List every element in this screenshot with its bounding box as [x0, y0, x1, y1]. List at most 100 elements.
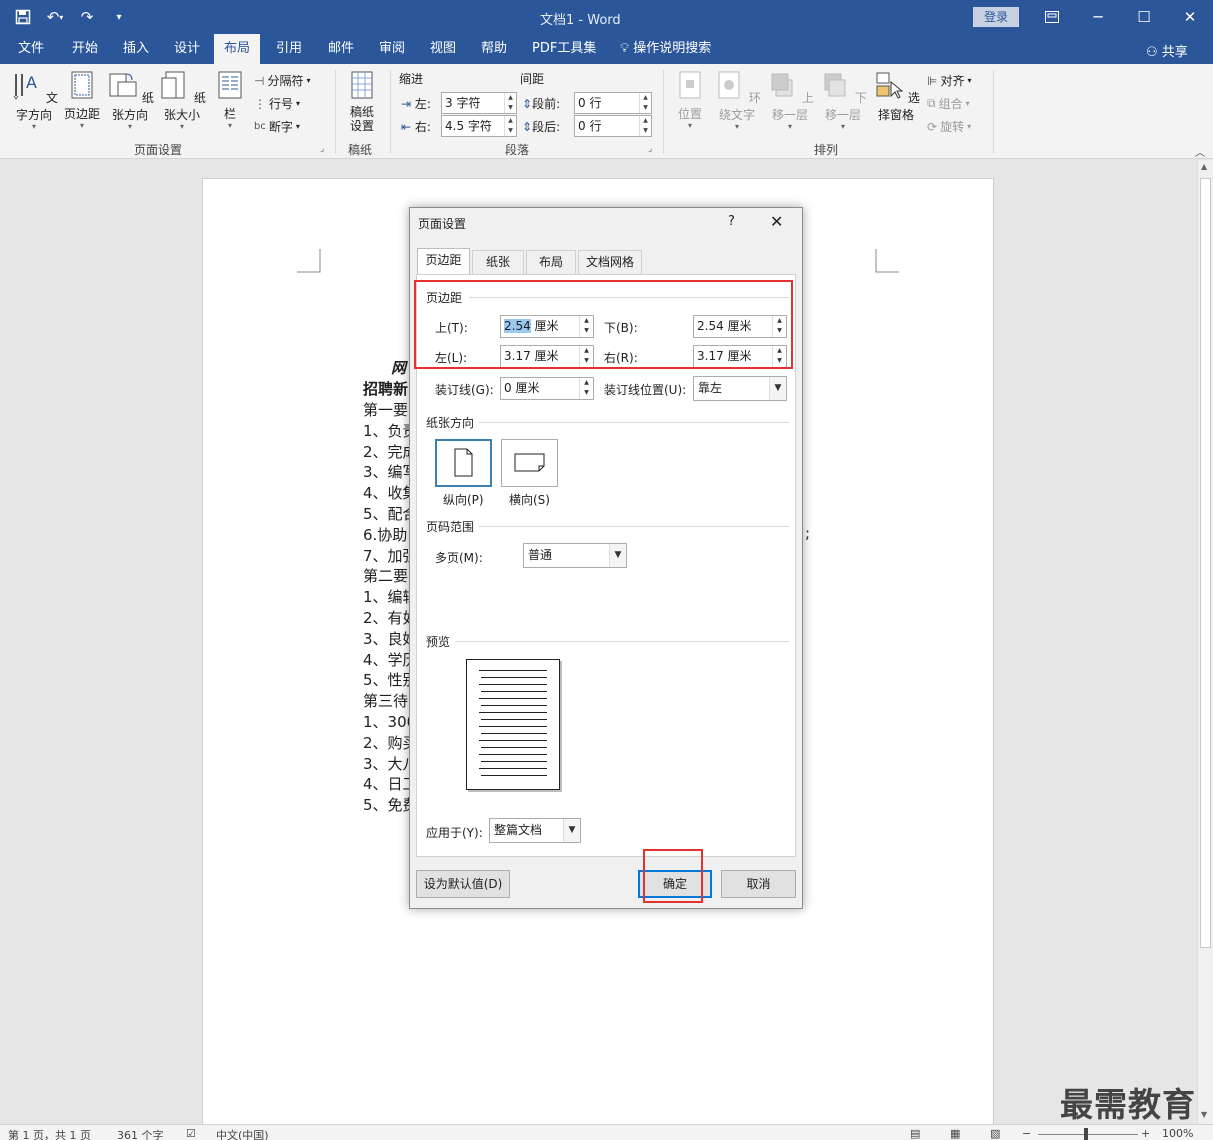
left-margin-spinner[interactable]: ▲ ▼ [579, 346, 593, 367]
indent-right-spinner[interactable]: ▲ ▼ [504, 116, 516, 136]
login-button[interactable]: 登录 [973, 7, 1019, 27]
redo-icon[interactable]: ↷ [74, 6, 100, 28]
indent-left-input[interactable]: 3 字符 ▲ ▼ [441, 92, 517, 114]
columns-button[interactable]: 栏 ▾ [214, 70, 246, 130]
save-icon[interactable] [10, 6, 36, 28]
zoom-in-icon[interactable]: + [1141, 1127, 1150, 1140]
close-icon[interactable]: ✕ [770, 212, 783, 231]
ribbon-separator [663, 70, 664, 154]
tab-pdf-tools[interactable]: PDF工具集 [530, 34, 598, 64]
minimize-icon[interactable]: ─ [1075, 0, 1121, 34]
web-layout-icon[interactable]: ▧ [990, 1127, 1000, 1140]
gutter-input[interactable]: 0 厘米 ▲ ▼ [500, 377, 594, 400]
size-button[interactable]: 纸张大小 ▾ [156, 70, 208, 131]
zoom-level[interactable]: 100% [1162, 1127, 1193, 1140]
scroll-up-icon[interactable]: ▲ [1201, 162, 1207, 171]
tab-margins[interactable]: 页边距 [417, 248, 470, 275]
vertical-scrollbar[interactable]: ▲ ▼ [1197, 160, 1213, 1124]
close-window-icon[interactable]: ✕ [1167, 0, 1213, 34]
margins-button[interactable]: 页边距 ▾ [62, 70, 102, 130]
ribbon-separator [335, 70, 336, 154]
scrollbar-thumb[interactable] [1200, 178, 1211, 948]
tab-help[interactable]: 帮助 [479, 34, 509, 64]
portrait-label[interactable]: 纵向(P) [443, 491, 484, 508]
ok-button[interactable]: 确定 [638, 870, 712, 898]
paragraph-launcher-icon[interactable]: ⌟ [648, 144, 652, 154]
top-margin-input[interactable]: 2.54 厘米 ▲ ▼ [500, 315, 594, 338]
tab-review[interactable]: 审阅 [377, 34, 407, 64]
tab-layout[interactable]: 布局 [214, 34, 260, 64]
top-margin-unit: 厘米 [530, 319, 559, 333]
position-icon [679, 71, 701, 99]
multiple-pages-select[interactable]: 普通 ▼ [523, 543, 627, 568]
tab-mailings[interactable]: 邮件 [326, 34, 356, 64]
tab-layout[interactable]: 布局 [526, 250, 576, 275]
tab-document-grid[interactable]: 文档网格 [578, 250, 642, 275]
page-count[interactable]: 第 1 页，共 1 页 [8, 1127, 91, 1140]
left-margin-input[interactable]: 3.17 厘米 ▲ ▼ [500, 345, 594, 368]
tab-home[interactable]: 开始 [70, 34, 100, 64]
wrap-text-button[interactable]: 环绕文字 ▾ [712, 70, 762, 131]
collapse-ribbon-icon[interactable]: ︿ [1195, 144, 1205, 159]
help-button[interactable]: ? [728, 214, 735, 229]
manuscript-settings-button[interactable]: 稿纸设置 [342, 70, 382, 133]
selection-pane-button[interactable]: 选择窗格 [871, 70, 921, 123]
proofing-icon[interactable]: ☑ [186, 1127, 196, 1140]
gutter-spinner[interactable]: ▲ ▼ [579, 378, 593, 399]
indent-right-input[interactable]: 4.5 字符 ▲ ▼ [441, 115, 517, 137]
spacing-before-input[interactable]: 0 行 ▲ ▼ [574, 92, 652, 114]
page-setup-launcher-icon[interactable]: ⌟ [320, 144, 324, 154]
gutter-position-select[interactable]: 靠左 ▼ [693, 376, 787, 401]
bottom-margin-spinner[interactable]: ▲ ▼ [772, 316, 786, 337]
scroll-down-icon[interactable]: ▼ [1201, 1110, 1207, 1119]
bottom-margin-input[interactable]: 2.54 厘米 ▲ ▼ [693, 315, 787, 338]
tab-paper[interactable]: 纸张 [472, 250, 524, 275]
orientation-button[interactable]: 纸张方向 ▾ [104, 70, 156, 131]
tab-insert[interactable]: 插入 [121, 34, 151, 64]
columns-icon [218, 71, 242, 99]
zoom-slider[interactable] [1038, 1134, 1138, 1135]
read-mode-icon[interactable]: ▤ [910, 1127, 920, 1140]
spacing-after-spinner[interactable]: ▲ ▼ [639, 116, 651, 136]
text-direction-button[interactable]: A 文字方向 ▾ [8, 70, 60, 131]
hyphenation-button[interactable]: bc 断字 ▾ [254, 118, 300, 135]
tab-view[interactable]: 视图 [428, 34, 458, 64]
share-button[interactable]: ⚇ 共享 [1146, 41, 1188, 60]
undo-icon[interactable]: ↶ ▾ [42, 6, 68, 28]
portrait-option[interactable] [435, 439, 492, 487]
set-default-button[interactable]: 设为默认值(D) [416, 870, 510, 898]
tell-me-search[interactable]: 💡︎ 操作说明搜索 [618, 34, 713, 64]
position-button[interactable]: 位置 ▾ [672, 70, 708, 130]
breaks-button[interactable]: ⊣ 分隔符 ▾ [254, 72, 310, 89]
align-icon: ⊫ [927, 73, 938, 88]
tab-references[interactable]: 引用 [274, 34, 304, 64]
zoom-slider-thumb[interactable] [1084, 1128, 1088, 1140]
landscape-label[interactable]: 横向(S) [509, 491, 550, 508]
right-margin-input[interactable]: 3.17 厘米 ▲ ▼ [693, 345, 787, 368]
word-count[interactable]: 361 个字 [117, 1127, 164, 1140]
spacing-after-input[interactable]: 0 行 ▲ ▼ [574, 115, 652, 137]
bring-forward-button[interactable]: 上移一层 ▾ [765, 70, 815, 131]
send-backward-button[interactable]: 下移一层 ▾ [818, 70, 868, 131]
customize-qat-icon[interactable]: ▾ [106, 6, 132, 28]
line-numbers-button[interactable]: ⋮ 行号 ▾ [254, 95, 300, 112]
spacing-before-spinner[interactable]: ▲ ▼ [639, 93, 651, 113]
ribbon-display-icon[interactable] [1029, 0, 1075, 34]
zoom-out-icon[interactable]: − [1022, 1127, 1031, 1140]
indent-left-spinner[interactable]: ▲ ▼ [504, 93, 516, 113]
align-button[interactable]: ⊫ 对齐 ▾ [927, 72, 971, 89]
language-indicator[interactable]: 中文(中国) [216, 1127, 269, 1140]
rotate-button[interactable]: ⟳ 旋转 ▾ [927, 118, 971, 135]
group-button[interactable]: ⧉ 组合 ▾ [927, 95, 970, 112]
apply-to-select[interactable]: 整篇文档 ▼ [489, 818, 581, 843]
cancel-button[interactable]: 取消 [721, 870, 796, 898]
chevron-down-icon: ▼ [769, 377, 786, 400]
right-margin-spinner[interactable]: ▲ ▼ [772, 346, 786, 367]
tab-design[interactable]: 设计 [172, 34, 202, 64]
print-layout-icon[interactable]: ▦ [950, 1127, 960, 1140]
landscape-option[interactable] [501, 439, 558, 487]
tab-file[interactable]: 文件 [16, 34, 46, 64]
top-margin-spinner[interactable]: ▲ ▼ [579, 316, 593, 337]
maximize-icon[interactable]: ☐ [1121, 0, 1167, 34]
portrait-page-icon [454, 448, 473, 477]
